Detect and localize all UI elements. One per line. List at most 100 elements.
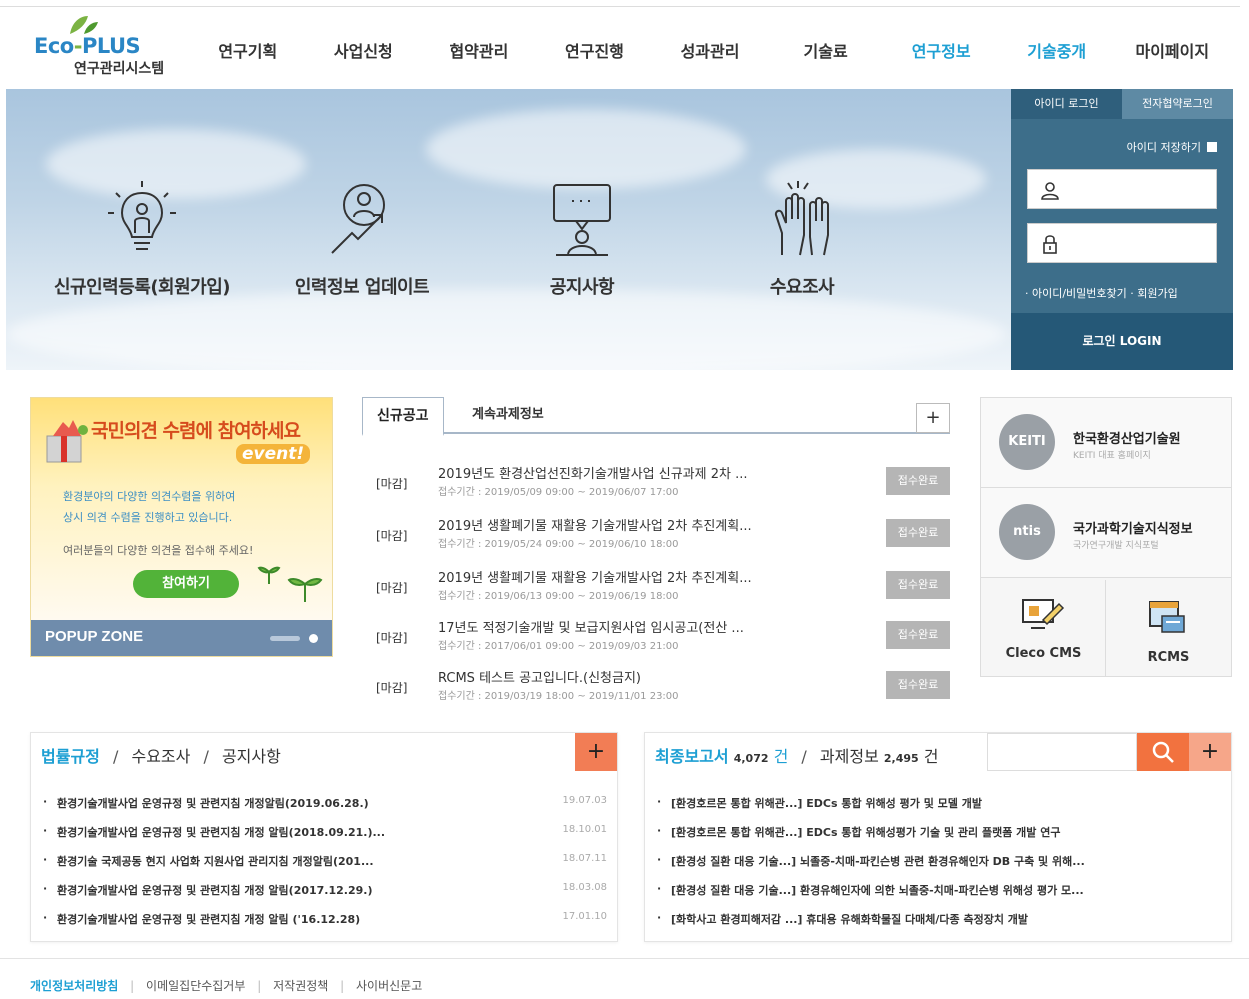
speech-board-icon [553,184,611,256]
notice-tag: [마감] [376,681,408,695]
nav-item-research-info[interactable]: 연구정보 [883,38,999,66]
popup-banner[interactable]: 국민의견 수렴에 참여하세요 event! 환경분야의 다양한 의견수렴을 위하… [31,398,332,620]
notice-period: 접수기간 : 2019/05/09 09:00 ~ 2019/06/07 17:… [438,487,679,498]
notice-row[interactable]: [마감] RCMS 테스트 공고입니다.(신청금지) 접수기간 : 2019/0… [362,667,950,715]
quick-link-label: 공지사항 [549,277,615,298]
tab-cert-login[interactable]: 전자협약로그인 [1122,89,1233,119]
tab-regulation[interactable]: 법률규정 [41,747,100,766]
keiti-link[interactable]: KEITI 한국환경산업기술원 KEITI 대표 홈페이지 [981,398,1231,488]
board-header: 최종보고서 4,072 건 / 과제정보 2,495 건 [655,743,939,767]
list-item-text[interactable]: 환경기술개발사업 운영규정 및 관련지침 개정 알림(2018.09.21.).… [57,824,537,840]
cleco-cms-link[interactable]: Cleco CMS [981,580,1106,676]
status-badge: 접수완료 [886,671,950,699]
list-item-date: 17.01.10 [562,911,607,922]
save-id-option[interactable]: 아이디 저장하기 [1127,139,1217,155]
popup-desc-line: 상시 의견 수렴을 진행하고 있습니다. [63,511,233,524]
list-item-text[interactable]: [환경호르몬 통합 위해관...] EDCs 통합 위해성 평가 및 모델 개발 [671,795,1211,811]
regulation-list: · 환경기술개발사업 운영규정 및 관련지침 개정알림(2019.06.28.) 1… [43,795,607,940]
list-item-text[interactable]: [환경성 질환 대응 기술...] 환경유해인자에 의한 뇌졸중-치매-파킨슨병… [671,882,1211,898]
header: Eco-PLUS 연구관리시스템 연구기획 사업신청 협약관리 연구진행 성과관… [0,0,1249,88]
tab-continuing-project[interactable]: 계속과제정보 [458,397,558,434]
list-item[interactable]: · [환경성 질환 대응 기술...] 환경유해인자에 의한 뇌졸중-치매-파킨슨… [657,882,1221,911]
tab-id-login[interactable]: 아이디 로그인 [1011,89,1122,119]
notice-row[interactable]: [마감] 2019년도 환경산업선진화기술개발사업 신규과제 2차 ... 접수… [362,463,950,511]
list-item-text[interactable]: 환경기술개발사업 운영규정 및 관련지침 개정 알림(2017.12.29.) [57,882,537,898]
nav-item-business-apply[interactable]: 사업신청 [306,38,422,66]
notice-title[interactable]: 2019년 생활폐기물 재활용 기술개발사업 2차 추진계획... [438,567,818,586]
cyber-petition-link[interactable]: 사이버신문고 [356,979,422,993]
notice-title[interactable]: 2019년도 환경산업선진화기술개발사업 신규과제 2차 ... [438,463,818,482]
list-item-text[interactable]: [환경호르몬 통합 위해관...] EDCs 통합 위해성평가 기술 및 관리 … [671,824,1211,840]
notice-title[interactable]: 2019년 생활폐기물 재활용 기술개발사업 2차 추진계획... [438,515,818,534]
notice-row[interactable]: [마감] 17년도 적정기술개발 및 보급지원사업 임시공고(전산 ... 접수… [362,617,950,665]
nav-item-mypage[interactable]: 마이페이지 [1115,38,1231,66]
list-item[interactable]: · 환경기술개발사업 운영규정 및 관련지침 개정 알림(2018.09.21.)… [43,824,607,853]
notice-row[interactable]: [마감] 2019년 생활폐기물 재활용 기술개발사업 2차 추진계획... 접… [362,515,950,563]
tab-demand-survey[interactable]: 수요조사 [131,747,190,766]
footer-divider: | [130,979,135,993]
report-more-button[interactable]: + [1189,733,1231,771]
footer: 개인정보처리방침 | 이메일집단수집거부 | 저작권정책 | 사이버신문고 [0,958,1249,999]
footer-divider: | [340,979,345,993]
quick-link-register[interactable]: 신규인력등록(회원가입) [42,179,242,299]
list-item[interactable]: · 환경기술개발사업 운영규정 및 관련지침 개정알림(2019.06.28.) 1… [43,795,607,824]
copyright-policy-link[interactable]: 저작권정책 [273,979,328,993]
ntis-sub: 국가연구개발 지식포털 [1073,541,1159,551]
report-search-input[interactable] [987,733,1137,771]
quick-link-survey[interactable]: 수요조사 [702,179,902,299]
nav-item-tech-brokerage[interactable]: 기술중개 [999,38,1115,66]
popup-pager[interactable] [270,634,318,643]
find-account-link[interactable]: · 아이디/비밀번호찾기 · 회원가입 [1025,285,1178,301]
list-item-text[interactable]: 환경기술개발사업 운영규정 및 관련지침 개정 알림 ('16.12.28) [57,911,537,927]
list-item[interactable]: · [화학사고 환경피해저감 ...] 휴대용 유해화학물질 다매체/다종 측정장… [657,911,1221,940]
notice-row[interactable]: [마감] 2019년 생활폐기물 재활용 기술개발사업 2차 추진계획... 접… [362,567,950,615]
ntis-link[interactable]: ntis 국가과학기술지식정보 국가연구개발 지식포털 [981,488,1231,578]
status-badge: 접수완료 [886,621,950,649]
list-item[interactable]: · [환경호르몬 통합 위해관...] EDCs 통합 위해성평가 기술 및 관리… [657,824,1221,853]
login-button[interactable]: 로그인 LOGIN [1011,313,1233,370]
password-field[interactable] [1027,223,1217,263]
list-item[interactable]: · 환경기술 국제공동 현지 사업화 지원사업 관리지침 개정알림(201... 1… [43,853,607,882]
regulation-more-button[interactable]: + [575,733,617,771]
list-item[interactable]: · [환경호르몬 통합 위해관...] EDCs 통합 위해성 평가 및 모델 개… [657,795,1221,824]
quick-link-update[interactable]: 인력정보 업데이트 [262,179,462,299]
notice-title[interactable]: RCMS 테스트 공고입니다.(신청금지) [438,667,818,686]
join-button[interactable]: 참여하기 [133,570,239,598]
privacy-policy-link[interactable]: 개인정보처리방침 [30,979,118,993]
tab-new-announcement[interactable]: 신규공고 [362,397,444,436]
tab-notices[interactable]: 공지사항 [222,747,281,766]
save-id-checkbox[interactable] [1207,142,1217,152]
pager-track [270,636,300,641]
report-board: 최종보고서 4,072 건 / 과제정보 2,495 건 + · [환경호르몬 통… [644,732,1232,942]
tab-final-report[interactable]: 최종보고서 [655,747,729,766]
notice-more-button[interactable]: + [916,403,950,433]
quick-link-notice[interactable]: 공지사항 [482,179,682,299]
list-item[interactable]: · 환경기술개발사업 운영규정 및 관련지침 개정 알림 ('16.12.28) 1… [43,911,607,940]
list-item[interactable]: · [환경성 질환 대응 기술...] 뇌졸중-치매-파킨슨병 관련 환경유해인자… [657,853,1221,882]
ntis-name: 국가과학기술지식정보 [1073,522,1193,537]
rcms-link[interactable]: RCMS [1106,580,1231,676]
list-item-text[interactable]: 환경기술 국제공동 현지 사업화 지원사업 관리지침 개정알림(201... [57,853,537,869]
logo[interactable]: Eco-PLUS 연구관리시스템 [34,14,204,80]
nav-item-agreement[interactable]: 협약관리 [421,38,537,66]
list-item-text[interactable]: 환경기술개발사업 운영규정 및 관련지침 개정알림(2019.06.28.) [57,795,537,811]
tab-project-info[interactable]: 과제정보 [820,747,879,766]
notice-title[interactable]: 17년도 적정기술개발 및 보급지원사업 임시공고(전산 ... [438,617,818,636]
nav-item-research-plan[interactable]: 연구기획 [190,38,306,66]
list-item-text[interactable]: [환경성 질환 대응 기술...] 뇌졸중-치매-파킨슨병 관련 환경유해인자 … [671,853,1211,869]
raised-hands-icon [774,181,829,256]
popup-desc-line: 환경분야의 다양한 의견수렴을 위하여 [63,490,236,503]
email-refusal-link[interactable]: 이메일집단수집거부 [146,979,245,993]
list-item-text[interactable]: [화학사고 환경피해저감 ...] 휴대용 유해화학물질 다매체/다종 측정장치… [671,911,1211,927]
nav-item-royalty[interactable]: 기술료 [768,38,884,66]
notice-tabs: 신규공고 계속과제정보 + [362,397,950,436]
search-button[interactable] [1137,733,1189,771]
id-field[interactable] [1027,169,1217,209]
nav-item-research-progress[interactable]: 연구진행 [537,38,653,66]
nav-item-performance[interactable]: 성과관리 [652,38,768,66]
lightbulb-person-icon [108,181,176,250]
pager-dot[interactable] [309,634,318,643]
project-info-count: 2,495 [883,752,919,765]
list-item[interactable]: · 환경기술개발사업 운영규정 및 관련지침 개정 알림(2017.12.29.)… [43,882,607,911]
user-icon [1041,182,1059,200]
